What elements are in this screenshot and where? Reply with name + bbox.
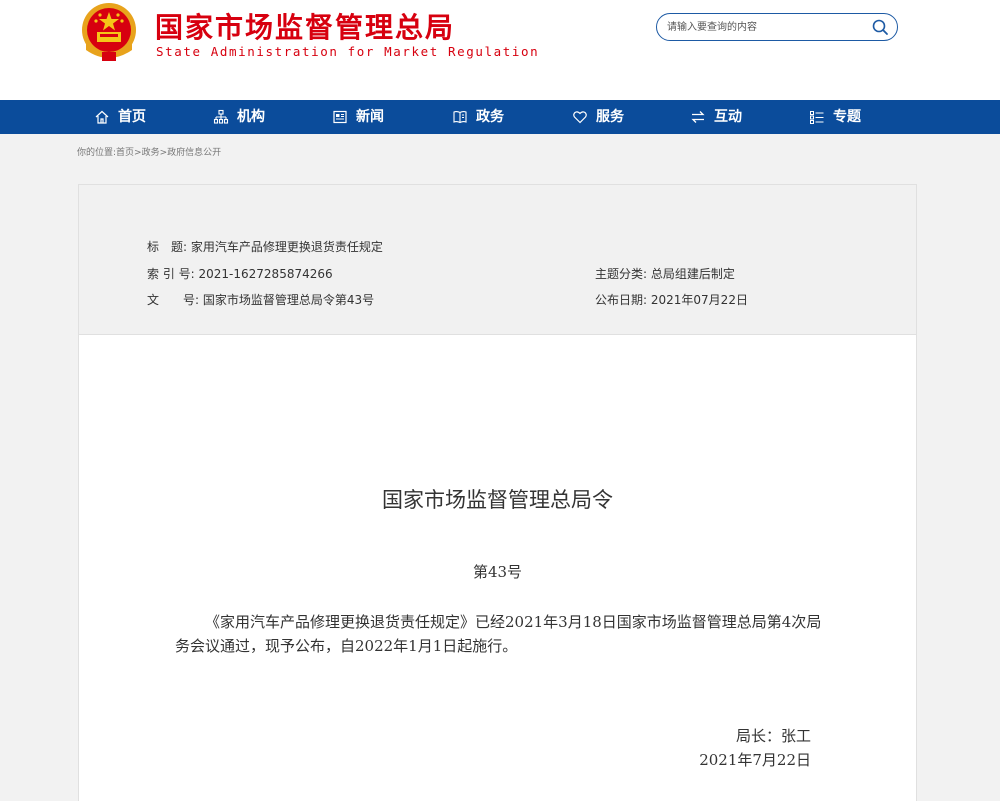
- nav-item-organization[interactable]: 机构: [213, 100, 265, 134]
- news-icon: [333, 110, 347, 124]
- nav-item-services[interactable]: 服务: [572, 100, 624, 134]
- document-panel: 标 题: 家用汽车产品修理更换退货责任规定 索 引 号: 2021-162728…: [78, 184, 917, 801]
- document-body: 《家用汽车产品修理更换退货责任规定》已经2021年3月18日国家市场监督管理总局…: [175, 613, 822, 655]
- nav-item-topics[interactable]: 专题: [809, 100, 861, 134]
- home-icon: [95, 110, 109, 124]
- nav-item-interaction[interactable]: 互动: [690, 100, 742, 134]
- nav-item-label: 机构: [237, 109, 265, 125]
- exchange-icon: [691, 111, 705, 123]
- list-icon: [810, 111, 824, 124]
- book-icon: [453, 111, 467, 124]
- org-chart-icon: [213, 109, 229, 124]
- nav-item-label: 服务: [596, 109, 624, 125]
- nav-item-news[interactable]: 新闻: [332, 100, 384, 134]
- site-name[interactable]: 国家市场监督管理总局: [155, 6, 455, 46]
- site-name-english: State Administration for Market Regulati…: [156, 44, 540, 59]
- meta-doc-number-label: 文 号:: [147, 293, 200, 307]
- nav-item-label: 首页: [118, 109, 146, 125]
- nav-item-label: 政务: [476, 109, 504, 125]
- meta-doc-number-value: 国家市场监督管理总局令第43号: [202, 293, 375, 307]
- search-box: [656, 13, 898, 41]
- nav-item-government-affairs[interactable]: 政务: [452, 100, 504, 134]
- search-input[interactable]: [667, 17, 857, 37]
- search-icon[interactable]: [871, 18, 889, 36]
- meta-category-label: 主题分类:: [595, 267, 648, 281]
- sign-date: 2021年7月22日: [699, 751, 811, 769]
- nav-item-label: 新闻: [356, 109, 384, 125]
- breadcrumb[interactable]: 你的位置:首页>政务>政府信息公开: [77, 145, 221, 158]
- meta-index-label: 索 引 号:: [147, 267, 195, 281]
- nav-item-label: 互动: [714, 109, 742, 125]
- document-number: 第43号: [472, 563, 523, 581]
- meta-date-row: 公布日期: 2021年07月22日: [595, 291, 748, 308]
- national-emblem-logo[interactable]: [80, 2, 138, 64]
- meta-date-label: 公布日期:: [595, 293, 648, 307]
- document-heading: 国家市场监督管理总局令: [382, 488, 613, 512]
- nav-item-home[interactable]: 首页: [94, 100, 146, 134]
- meta-category-value: 总局组建后制定: [650, 267, 735, 281]
- meta-index-value: 2021-1627285874266: [198, 267, 333, 281]
- meta-title-row: 标 题: 家用汽车产品修理更换退货责任规定: [147, 238, 383, 255]
- signatory: 局长：张工: [735, 727, 811, 745]
- site-header: 国家市场监督管理总局 State Administration for Mark…: [0, 0, 1000, 100]
- meta-index-row: 索 引 号: 2021-1627285874266: [147, 265, 333, 282]
- main-nav: 首页 机构 新闻 政务 服务 互动 专题: [0, 100, 1000, 134]
- meta-title-value: 家用汽车产品修理更换退货责任规定: [190, 240, 383, 254]
- meta-category-row: 主题分类: 总局组建后制定: [595, 265, 735, 282]
- heart-icon: [573, 111, 587, 124]
- document-metadata: 标 题: 家用汽车产品修理更换退货责任规定 索 引 号: 2021-162728…: [79, 185, 916, 335]
- meta-doc-number-row: 文 号: 国家市场监督管理总局令第43号: [147, 291, 374, 308]
- meta-title-label: 标 题:: [147, 240, 188, 254]
- meta-date-value: 2021年07月22日: [650, 293, 748, 307]
- nav-item-label: 专题: [833, 109, 861, 125]
